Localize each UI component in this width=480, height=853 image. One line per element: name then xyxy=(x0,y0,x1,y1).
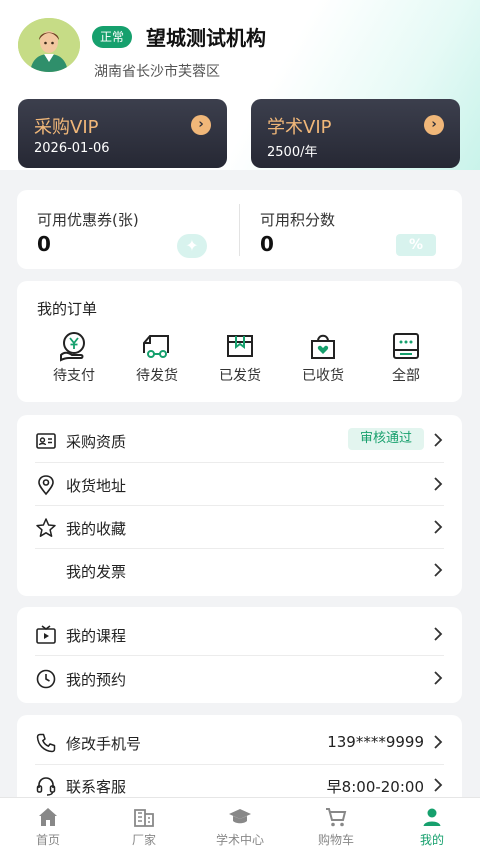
phone-icon xyxy=(35,732,57,754)
coupon-icon: ✦ xyxy=(177,234,207,258)
menu-item-invoices[interactable]: 我的发票 xyxy=(17,549,462,593)
chevron-right-icon xyxy=(432,776,444,794)
bottom-tab-bar: 首页 厂家 学术中心 购物车 我的 xyxy=(0,797,480,853)
tab-manufacturers[interactable]: 厂家 xyxy=(96,798,192,853)
stats-card: 可用优惠券(张) 0 ✦ 可用积分数 0 % xyxy=(17,190,462,269)
order-pending-shipment[interactable]: 待发货 xyxy=(123,329,191,389)
academic-vip-price: 2500/年 xyxy=(267,145,318,160)
home-icon xyxy=(39,808,57,826)
building-icon xyxy=(134,809,154,827)
chevron-right-icon xyxy=(432,733,444,751)
chevron-right-icon xyxy=(432,561,444,579)
menu-item-my-courses[interactable]: 我的课程 xyxy=(17,613,462,657)
order-received[interactable]: 已收货 xyxy=(289,329,357,389)
academic-vip-card[interactable]: 学术VIP 2500/年 › xyxy=(251,99,460,168)
phone-number: 139****9999 xyxy=(327,733,424,751)
wallet-yen-icon xyxy=(60,332,85,362)
chevron-right-icon: › xyxy=(424,115,444,135)
menu-item-my-appointments[interactable]: 我的预约 xyxy=(17,657,462,701)
chevron-right-icon xyxy=(432,431,444,449)
location-pin-icon xyxy=(35,474,57,496)
order-pending-payment[interactable]: 待支付 xyxy=(40,329,108,389)
tab-academic-center[interactable]: 学术中心 xyxy=(192,798,288,853)
orders-title: 我的订单 xyxy=(37,300,98,318)
avatar[interactable] xyxy=(18,18,80,72)
divider xyxy=(35,655,444,656)
menu-item-purchase-qualification[interactable]: 采购资质 审核通过 xyxy=(17,419,462,463)
points-value: 0 xyxy=(260,232,274,256)
service-hours: 早8:00-20:00 xyxy=(326,778,424,796)
chevron-right-icon xyxy=(432,518,444,536)
truck-icon xyxy=(143,335,169,358)
coupons-stat[interactable]: 可用优惠券(张) 0 ✦ xyxy=(17,190,239,269)
chevron-right-icon xyxy=(432,625,444,643)
status-badge: 正常 xyxy=(92,26,133,48)
order-all[interactable]: 全部 xyxy=(372,329,440,389)
tab-cart[interactable]: 购物车 xyxy=(288,798,384,853)
coupons-label: 可用优惠券(张) xyxy=(37,211,139,229)
video-icon xyxy=(35,624,57,646)
chevron-right-icon xyxy=(432,475,444,493)
points-stat[interactable]: 可用积分数 0 % xyxy=(240,190,462,269)
percent-ticket-icon: % xyxy=(396,234,436,256)
list-icon xyxy=(393,333,419,359)
org-name: 望城测试机构 xyxy=(146,26,266,50)
menu-card-account: 采购资质 审核通过 收货地址 我的收藏 我的发票 xyxy=(17,415,462,596)
points-label: 可用积分数 xyxy=(260,211,336,229)
chevron-right-icon xyxy=(432,669,444,687)
menu-item-favorites[interactable]: 我的收藏 xyxy=(17,506,462,550)
graduation-cap-icon xyxy=(229,809,251,824)
academic-vip-title: 学术VIP xyxy=(267,117,332,138)
profile-section: 正常 望城测试机构 湖南省长沙市芙蓉区 xyxy=(18,18,462,88)
headset-icon xyxy=(35,775,57,797)
menu-item-shipping-address[interactable]: 收货地址 xyxy=(17,463,462,507)
purchase-vip-title: 采购VIP xyxy=(34,117,99,138)
purchase-vip-expiry: 2026-01-06 xyxy=(34,141,110,156)
order-shipped[interactable]: 已发货 xyxy=(206,329,274,389)
star-icon xyxy=(35,517,57,539)
status-badge: 审核通过 xyxy=(347,428,424,450)
tab-mine[interactable]: 我的 xyxy=(384,798,480,853)
cart-icon xyxy=(326,808,347,827)
orders-card: 我的订单 待支付 待发货 已发货 已收货 全部 xyxy=(17,281,462,402)
coupons-value: 0 xyxy=(37,232,51,256)
location-text: 湖南省长沙市芙蓉区 xyxy=(94,64,220,80)
menu-card-learning: 我的课程 我的预约 xyxy=(17,607,462,703)
tab-home[interactable]: 首页 xyxy=(0,798,96,853)
chevron-right-icon: › xyxy=(191,115,211,135)
purchase-vip-card[interactable]: 采购VIP 2026-01-06 › xyxy=(18,99,227,168)
user-icon xyxy=(423,808,441,826)
clock-icon xyxy=(35,668,57,690)
bag-heart-icon xyxy=(311,334,335,359)
id-card-icon xyxy=(35,430,57,452)
menu-item-change-phone[interactable]: 修改手机号 139****9999 xyxy=(17,721,462,765)
box-icon xyxy=(227,335,253,357)
